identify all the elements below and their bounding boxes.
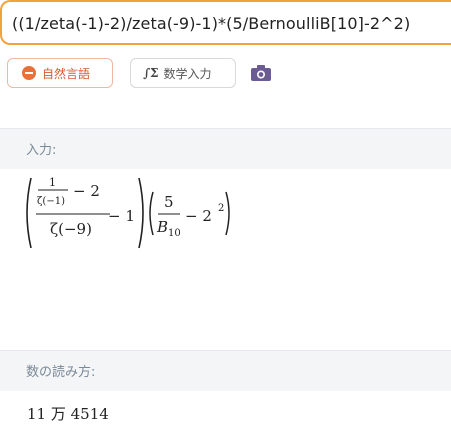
input-formula-area: 1 ζ(−1) − 2 ζ(−9) − 1 5 B 10 − 2 2 <box>0 169 451 349</box>
formula-minus-two: − 2 <box>73 182 100 200</box>
left-paren-2 <box>149 191 154 236</box>
reading-value: 11 万 4514 <box>27 405 109 423</box>
query-text: ((1/zeta(-1)-2)/zeta(-9)-1)*(5/Bernoulli… <box>12 14 411 33</box>
formula-five: 5 <box>164 193 174 211</box>
camera-icon[interactable] <box>251 65 271 81</box>
right-paren-1 <box>138 177 144 249</box>
natural-language-label: 自然言語 <box>42 66 91 81</box>
math-input-button[interactable]: ∫Σ 数学入力 <box>130 58 236 88</box>
formula-minus-two-b: − 2 <box>185 207 212 225</box>
readings-label: 数の読み方: <box>26 365 96 380</box>
formula-bernoulli-sub: 10 <box>168 228 181 239</box>
formula-zeta-minus1: ζ(−1) <box>37 196 65 207</box>
math-input-label: 数学入力 <box>163 66 212 81</box>
formula-exponent: 2 <box>218 203 224 214</box>
query-input[interactable]: ((1/zeta(-1)-2)/zeta(-9)-1)*(5/Bernoulli… <box>0 0 451 45</box>
natural-language-button[interactable]: 自然言語 <box>7 58 113 88</box>
formula-zeta-minus9: ζ(−9) <box>50 220 92 238</box>
formula-bernoulli: B <box>156 218 168 236</box>
right-paren-2 <box>225 191 230 236</box>
formula-minus-one: − 1 <box>108 207 135 225</box>
input-formula: 1 ζ(−1) − 2 ζ(−9) − 1 5 B 10 − 2 2 <box>26 176 230 249</box>
formula-one: 1 <box>49 176 56 189</box>
input-label: 入力: <box>26 143 57 158</box>
natural-language-icon <box>22 66 36 80</box>
left-paren <box>26 177 32 249</box>
sigma-pi-icon: ∫Σ <box>143 66 159 80</box>
input-section-header <box>0 128 451 169</box>
